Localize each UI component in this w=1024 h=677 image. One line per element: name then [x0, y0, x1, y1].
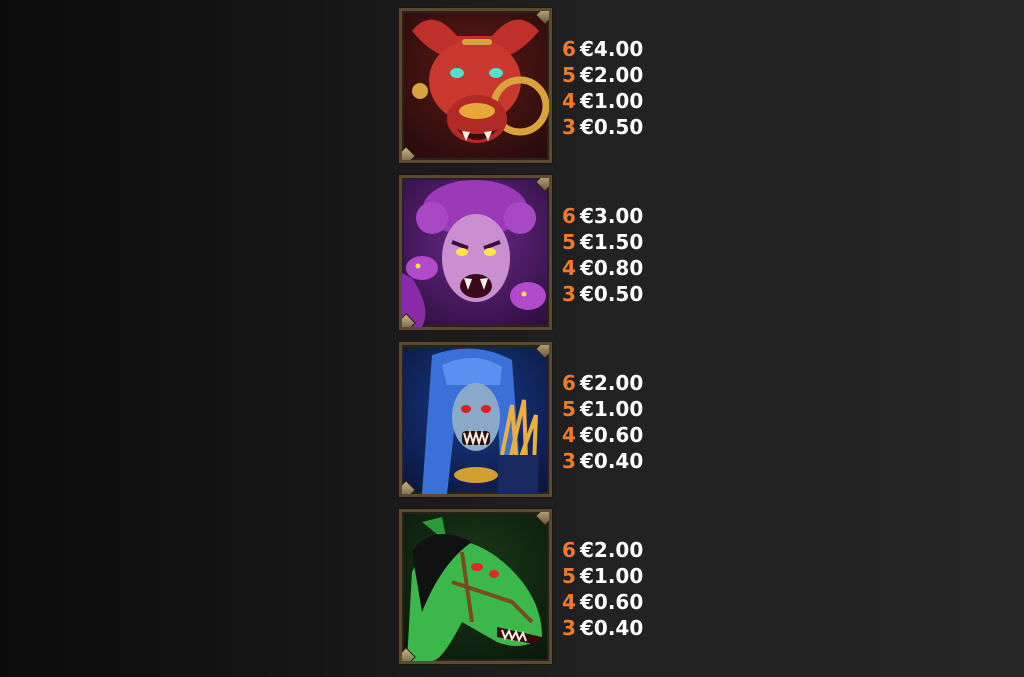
pay-value: €1.00 — [580, 89, 644, 113]
pay-count: 5 — [562, 230, 576, 254]
pay-list: 6 €4.00 5 €2.00 4 €1.00 3 €0.50 — [562, 36, 643, 140]
paytable-row: 6 €4.00 5 €2.00 4 €1.00 3 €0.50 — [399, 8, 699, 163]
pay-count: 4 — [562, 423, 576, 447]
pay-line: 3 €0.40 — [562, 448, 643, 474]
pay-list: 6 €2.00 5 €1.00 4 €0.60 3 €0.40 — [562, 370, 643, 474]
green-horse-icon — [399, 509, 552, 664]
pay-line: 6 €3.00 — [562, 203, 643, 229]
pay-count: 4 — [562, 590, 576, 614]
paytable-row: 6 €2.00 5 €1.00 4 €0.60 3 €0.40 — [399, 509, 699, 664]
pay-value: €2.00 — [580, 538, 644, 562]
pay-count: 4 — [562, 89, 576, 113]
pay-line: 3 €0.50 — [562, 114, 643, 140]
pay-count: 5 — [562, 397, 576, 421]
pay-count: 5 — [562, 564, 576, 588]
pay-count: 3 — [562, 115, 576, 139]
pay-count: 6 — [562, 204, 576, 228]
pay-value: €0.50 — [580, 282, 644, 306]
pay-value: €1.00 — [580, 397, 644, 421]
pay-count: 6 — [562, 37, 576, 61]
purple-medusa-icon — [399, 175, 552, 330]
pay-count: 6 — [562, 538, 576, 562]
pay-value: €2.00 — [580, 371, 644, 395]
pay-line: 5 €1.00 — [562, 396, 643, 422]
pay-line: 6 €2.00 — [562, 537, 643, 563]
pay-value: €4.00 — [580, 37, 644, 61]
paytable-row: 6 €3.00 5 €1.50 4 €0.80 3 €0.50 — [399, 175, 699, 330]
pay-count: 4 — [562, 256, 576, 280]
red-bull-demon-icon — [399, 8, 552, 163]
pay-line: 3 €0.40 — [562, 615, 643, 641]
blue-banshee-icon — [399, 342, 552, 497]
pay-line: 6 €4.00 — [562, 36, 643, 62]
pay-line: 4 €0.80 — [562, 255, 643, 281]
pay-line: 5 €1.50 — [562, 229, 643, 255]
pay-count: 3 — [562, 282, 576, 306]
paytable: 6 €4.00 5 €2.00 4 €1.00 3 €0.50 6 €3.00 … — [0, 0, 1024, 677]
pay-value: €0.50 — [580, 115, 644, 139]
pay-line: 3 €0.50 — [562, 281, 643, 307]
pay-value: €2.00 — [580, 63, 644, 87]
pay-line: 5 €1.00 — [562, 563, 643, 589]
paytable-row: 6 €2.00 5 €1.00 4 €0.60 3 €0.40 — [399, 342, 699, 497]
pay-count: 3 — [562, 616, 576, 640]
pay-count: 6 — [562, 371, 576, 395]
pay-line: 4 €0.60 — [562, 422, 643, 448]
pay-value: €0.60 — [580, 423, 644, 447]
pay-count: 5 — [562, 63, 576, 87]
pay-value: €0.80 — [580, 256, 644, 280]
pay-value: €0.40 — [580, 449, 644, 473]
pay-value: €0.60 — [580, 590, 644, 614]
pay-line: 5 €2.00 — [562, 62, 643, 88]
pay-value: €1.50 — [580, 230, 644, 254]
pay-line: 4 €1.00 — [562, 88, 643, 114]
pay-list: 6 €2.00 5 €1.00 4 €0.60 3 €0.40 — [562, 537, 643, 641]
pay-value: €3.00 — [580, 204, 644, 228]
pay-line: 6 €2.00 — [562, 370, 643, 396]
pay-line: 4 €0.60 — [562, 589, 643, 615]
pay-value: €1.00 — [580, 564, 644, 588]
pay-value: €0.40 — [580, 616, 644, 640]
pay-count: 3 — [562, 449, 576, 473]
pay-list: 6 €3.00 5 €1.50 4 €0.80 3 €0.50 — [562, 203, 643, 307]
